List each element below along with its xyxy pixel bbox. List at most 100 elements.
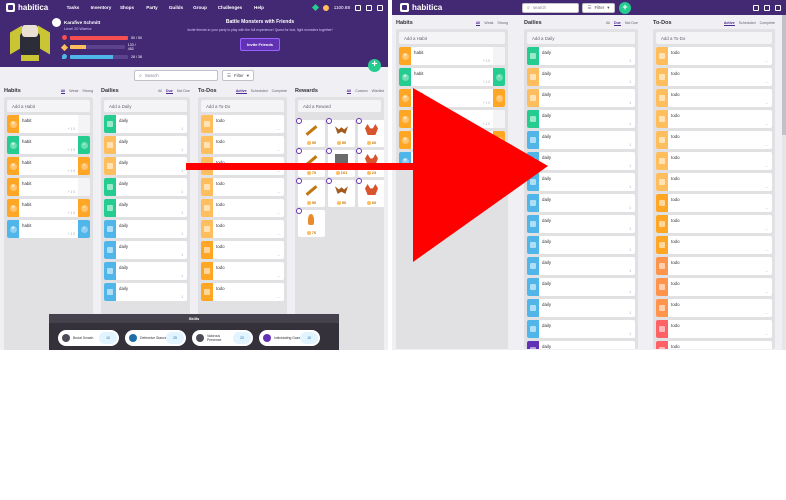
daily-text[interactable]: daily — [542, 176, 551, 181]
todo-text[interactable]: todo — [216, 223, 225, 228]
daily-checkbox[interactable] — [527, 173, 539, 191]
todo-text[interactable]: todo — [216, 244, 225, 249]
tab-custom[interactable]: Custom — [355, 89, 367, 94]
tab-not-due[interactable]: Not Due — [177, 89, 190, 94]
daily-text[interactable]: daily — [119, 160, 128, 165]
tab-all[interactable]: All — [158, 89, 162, 94]
todo-text[interactable]: todo — [671, 50, 680, 55]
habitica-logo[interactable]: habitica — [0, 3, 58, 12]
daily-text[interactable]: daily — [542, 155, 551, 160]
nav-link-tasks[interactable]: Tasks — [58, 5, 88, 10]
daily-text[interactable]: daily — [119, 202, 128, 207]
user-menu-icon[interactable] — [377, 4, 383, 11]
daily-text[interactable]: daily — [542, 71, 551, 76]
daily-text[interactable]: daily — [542, 239, 551, 244]
habit-plus-button[interactable]: + — [7, 199, 19, 217]
reward-item[interactable]: 50 — [326, 178, 355, 207]
todo-menu-icon[interactable]: ⋯ — [277, 127, 280, 131]
pin-icon[interactable] — [296, 148, 302, 154]
pin-icon[interactable] — [326, 148, 332, 154]
nav-link-shops[interactable]: Shops — [114, 5, 140, 10]
reward-item[interactable]: 90 — [296, 178, 325, 207]
tab-not-due[interactable]: Not Due — [625, 21, 638, 26]
todo-checkbox[interactable] — [201, 283, 213, 301]
tab-all[interactable]: All — [475, 21, 481, 26]
todo-menu-icon[interactable]: ⋯ — [277, 211, 280, 215]
reward-item[interactable]: 101 — [326, 148, 355, 177]
todo-checkbox[interactable] — [656, 236, 668, 254]
habit-plus-button[interactable]: + — [399, 110, 411, 128]
todo-text[interactable]: todo — [671, 302, 680, 307]
todo-checkbox[interactable] — [201, 136, 213, 154]
skill-intimidating-gaze[interactable]: Intimidating Gaze 15 — [259, 330, 320, 346]
daily-checkbox[interactable] — [527, 152, 539, 170]
todo-checkbox[interactable] — [201, 199, 213, 217]
todo-checkbox[interactable] — [201, 178, 213, 196]
add-reward-input[interactable]: Add a Reward — [298, 100, 381, 112]
daily-text[interactable]: daily — [542, 50, 551, 55]
todo-menu-icon[interactable]: ⋯ — [765, 80, 768, 84]
pin-icon[interactable] — [326, 178, 332, 184]
pin-icon[interactable] — [356, 178, 362, 184]
reward-item[interactable]: 23 — [356, 148, 384, 177]
habit-text[interactable]: habit — [22, 139, 32, 144]
todo-text[interactable]: todo — [216, 265, 225, 270]
pin-icon[interactable] — [356, 118, 362, 124]
habit-minus-button[interactable]: - — [78, 157, 90, 175]
todo-text[interactable]: todo — [671, 323, 680, 328]
avatar[interactable] — [8, 19, 52, 63]
daily-text[interactable]: daily — [119, 139, 128, 144]
daily-text[interactable]: daily — [542, 113, 551, 118]
todo-text[interactable]: todo — [671, 218, 680, 223]
sync-icon[interactable] — [753, 4, 759, 11]
filter-button[interactable]: ☰ Filter ▾ — [582, 2, 615, 13]
daily-text[interactable]: daily — [542, 197, 551, 202]
todo-text[interactable]: todo — [671, 71, 680, 76]
habit-text[interactable]: habit — [414, 92, 424, 97]
todo-menu-icon[interactable]: ⋯ — [277, 295, 280, 299]
tab-weak[interactable]: Weak — [69, 89, 78, 94]
habit-minus-button[interactable] — [78, 178, 90, 196]
todo-menu-icon[interactable]: ⋯ — [765, 332, 768, 336]
daily-text[interactable]: daily — [542, 218, 551, 223]
habit-plus-button[interactable]: + — [399, 47, 411, 65]
habit-text[interactable]: habit — [414, 113, 424, 118]
notifications-icon[interactable] — [366, 4, 372, 11]
daily-text[interactable]: daily — [119, 181, 128, 186]
daily-checkbox[interactable] — [104, 283, 116, 301]
todo-text[interactable]: todo — [671, 176, 680, 181]
todo-checkbox[interactable] — [656, 152, 668, 170]
habit-minus-button[interactable] — [78, 115, 90, 133]
daily-checkbox[interactable] — [527, 47, 539, 65]
todo-text[interactable]: todo — [216, 160, 225, 165]
tab-all[interactable]: All — [60, 89, 66, 94]
skill-valorous-presence[interactable]: Valorous Presence 20 — [192, 330, 253, 346]
daily-checkbox[interactable] — [104, 199, 116, 217]
habit-text[interactable]: habit — [22, 202, 32, 207]
habit-minus-button[interactable]: - — [493, 152, 505, 170]
search-input[interactable]: ⌕ search — [522, 2, 579, 13]
add-habit-input[interactable]: Add a Habit — [7, 100, 90, 112]
tab-active[interactable]: Active — [723, 21, 735, 26]
add-todo-input[interactable]: Add a To-Do — [201, 100, 284, 112]
daily-text[interactable]: daily — [542, 92, 551, 97]
todo-menu-icon[interactable]: ⋯ — [277, 148, 280, 152]
nav-link-help[interactable]: Help — [248, 5, 270, 10]
todo-checkbox[interactable] — [656, 47, 668, 65]
invite-friends-button[interactable]: Invite Friends — [239, 37, 280, 51]
todo-checkbox[interactable] — [656, 278, 668, 296]
daily-text[interactable]: daily — [119, 118, 128, 123]
skills-title[interactable]: Skills — [49, 314, 339, 323]
pin-icon[interactable] — [296, 178, 302, 184]
add-daily-input[interactable]: Add a Daily — [104, 100, 187, 112]
todo-menu-icon[interactable]: ⋯ — [765, 227, 768, 231]
daily-text[interactable]: daily — [119, 265, 128, 270]
todo-menu-icon[interactable]: ⋯ — [765, 59, 768, 63]
todo-checkbox[interactable] — [656, 320, 668, 338]
todo-checkbox[interactable] — [656, 68, 668, 86]
tab-strong[interactable]: Strong — [82, 89, 93, 94]
daily-checkbox[interactable] — [104, 115, 116, 133]
tab-complete[interactable]: Complete — [272, 89, 287, 94]
todo-menu-icon[interactable]: ⋯ — [277, 274, 280, 278]
todo-checkbox[interactable] — [201, 115, 213, 133]
